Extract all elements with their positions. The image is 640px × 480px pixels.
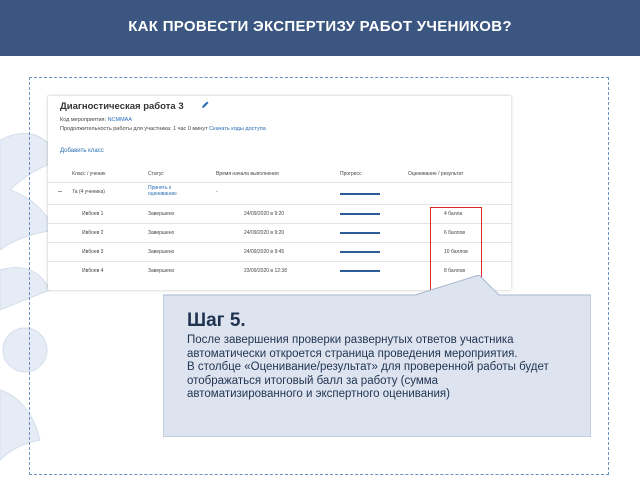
collapse-toggle[interactable]: – — [58, 188, 62, 195]
student-status: Завершено — [148, 249, 175, 255]
student-start-time: 24/09/2020 в 9:20 — [244, 211, 285, 217]
student-status: Завершено — [148, 211, 175, 217]
step-paragraph-2: В столбце «Оценивание/результат» для про… — [187, 361, 549, 400]
student-progress-bar — [340, 270, 380, 272]
table-header: Класс / ученик Статус Время начала выпол… — [48, 168, 511, 182]
pencil-icon[interactable] — [200, 100, 210, 110]
student-progress-bar — [340, 251, 380, 253]
class-progress-bar — [340, 193, 380, 195]
student-name: Ивбоев 3 — [82, 249, 104, 255]
step-description: После завершения проверки развернутых от… — [187, 334, 557, 402]
column-header-status: Статус — [148, 171, 164, 177]
event-code-label: Код мероприятия: — [60, 117, 107, 123]
student-status: Завершено — [148, 230, 175, 236]
step-paragraph-1: После завершения проверки развернутых от… — [187, 334, 518, 360]
student-status: Завершено — [148, 268, 175, 274]
column-header-result: Оценивание / результат — [408, 171, 464, 177]
class-group-row[interactable]: – 7а (4 ученика) Принять к оцениванию - — [48, 182, 511, 205]
class-time: - — [216, 189, 218, 195]
class-name: 7а (4 ученика) — [72, 189, 105, 195]
column-header-start-time: Время начала выполнения — [216, 171, 279, 177]
duration-label: Продолжительность работы для участника: … — [60, 126, 208, 132]
header-bar: КАК ПРОВЕСТИ ЭКСПЕРТИЗУ РАБОТ УЧЕНИКОВ? — [0, 0, 640, 56]
student-name: Ивбоев 2 — [82, 230, 104, 236]
add-class-link[interactable]: Добавить класс — [60, 148, 104, 154]
student-progress-bar — [340, 232, 380, 234]
page-title: КАК ПРОВЕСТИ ЭКСПЕРТИЗУ РАБОТ УЧЕНИКОВ? — [128, 18, 512, 35]
work-title: Диагностическая работа 3 — [60, 101, 184, 112]
event-code-value: NCMMAA — [107, 117, 133, 123]
column-header-class: Класс / ученик — [72, 171, 106, 177]
download-codes-link[interactable]: Скачать коды доступа — [209, 126, 266, 132]
student-name: Ивбоев 4 — [82, 268, 104, 274]
step-title: Шаг 5. — [187, 310, 246, 331]
column-header-progress: Прогресс — [340, 171, 362, 177]
student-start-time: 23/09/2020 в 12:38 — [244, 268, 287, 274]
duration-line: Продолжительность работы для участника: … — [60, 126, 266, 132]
student-progress-bar — [340, 213, 380, 215]
accept-evaluation-link[interactable]: Принять к оцениванию — [148, 185, 198, 197]
student-start-time: 24/09/2020 в 9:45 — [244, 249, 285, 255]
event-code: Код мероприятия: NCMMAA — [60, 117, 132, 123]
student-start-time: 24/09/2020 в 9:20 — [244, 230, 285, 236]
student-name: Ивбоев 1 — [82, 211, 104, 217]
